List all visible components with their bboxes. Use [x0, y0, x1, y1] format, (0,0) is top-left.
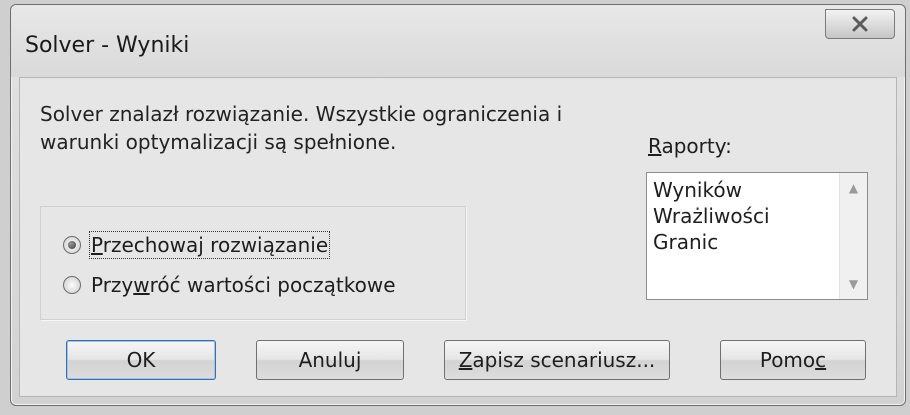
restore-values-label-post: róć wartości początkowe: [149, 273, 396, 297]
report-item-limits[interactable]: Granic: [653, 229, 718, 255]
save-scenario-accel-key: Z: [458, 348, 473, 372]
cancel-button[interactable]: Anuluj: [256, 340, 404, 380]
message-line-1: Solver znalazł rozwiązanie. Wszystkie og…: [40, 102, 563, 126]
restore-values-label-pre: Przy: [91, 273, 134, 297]
restore-values-accel-key: w: [133, 273, 150, 297]
report-item-sensitivity[interactable]: Wrażliwości: [653, 203, 770, 229]
reports-accel-key: R: [648, 134, 662, 158]
radio-button-unchecked[interactable]: [63, 276, 81, 294]
save-scenario-button[interactable]: Zapisz scenariusz...: [444, 340, 670, 380]
reports-listbox[interactable]: Wyników Wrażliwości Granic ▲ ▼: [646, 172, 868, 300]
title-bar: Solver - Wyniki: [11, 5, 905, 77]
dialog-body: Solver znalazł rozwiązanie. Wszystkie og…: [19, 77, 897, 397]
restore-values-label[interactable]: Przywróć wartości początkowe: [91, 273, 396, 297]
reports-scrollbar[interactable]: ▲ ▼: [839, 173, 867, 299]
radio-restore-values[interactable]: Przywróć wartości początkowe: [63, 269, 396, 301]
window-title: Solver - Wyniki: [25, 33, 190, 58]
scroll-down-icon[interactable]: ▼: [840, 271, 867, 297]
close-icon: [852, 16, 868, 32]
solution-option-group: Przechowaj rozwiązanie Przywróć wartości…: [40, 206, 466, 320]
save-scenario-label-rest: apisz scenariusz...: [472, 348, 656, 372]
help-accel-key: c: [815, 348, 827, 372]
report-item-results[interactable]: Wyników: [653, 177, 742, 203]
scroll-up-icon[interactable]: ▲: [840, 175, 867, 201]
radio-keep-solution[interactable]: Przechowaj rozwiązanie: [63, 229, 331, 261]
reports-label-rest: aporty:: [661, 134, 732, 158]
ok-button[interactable]: OK: [66, 340, 216, 380]
help-button[interactable]: Pomo c: [720, 340, 866, 380]
keep-solution-label-post: rzechowaj rozwiązanie: [102, 233, 329, 257]
keep-solution-label[interactable]: Przechowaj rozwiązanie: [88, 231, 331, 259]
solver-results-dialog: Solver - Wyniki Solver znalazł rozwiązan…: [10, 4, 906, 406]
keep-solution-accel-key: P: [91, 233, 103, 257]
message-line-2: warunki optymalizacji są spełnione.: [40, 130, 397, 154]
help-label-pre: Pomo: [759, 348, 816, 372]
result-message: Solver znalazł rozwiązanie. Wszystkie og…: [40, 100, 600, 156]
radio-button-checked[interactable]: [63, 236, 81, 254]
reports-label: Raporty:: [648, 134, 732, 158]
close-button[interactable]: [825, 9, 895, 39]
